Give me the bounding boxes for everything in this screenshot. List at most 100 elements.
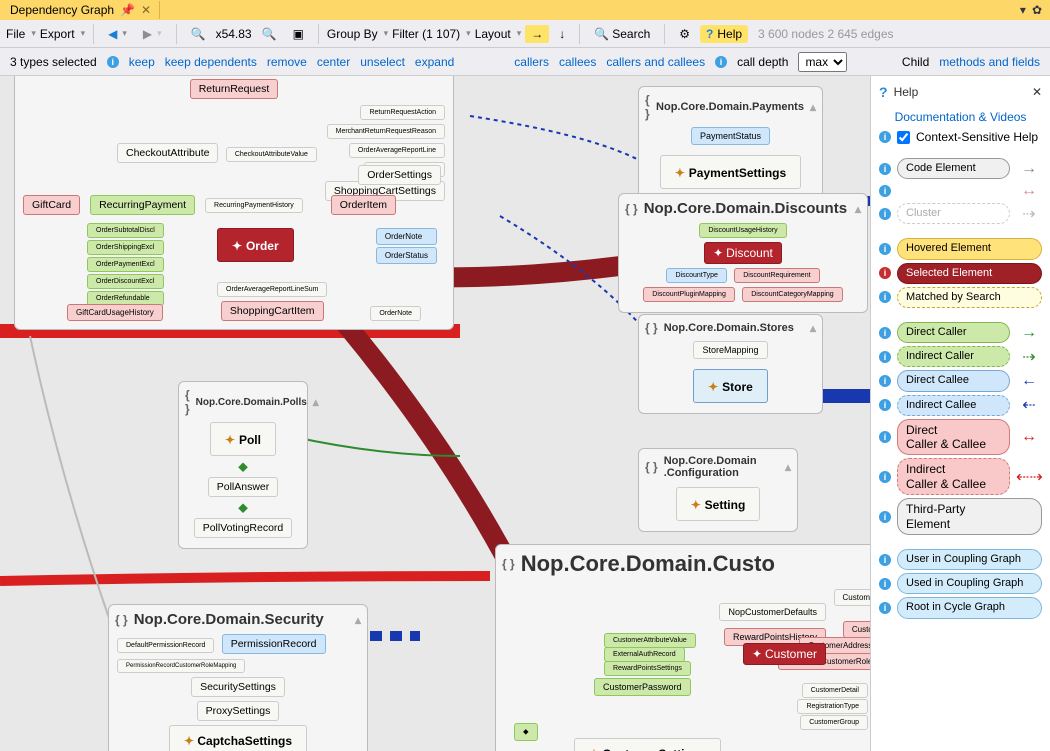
- close-icon[interactable]: ✕: [141, 3, 151, 17]
- collapse-icon[interactable]: ▴: [810, 321, 816, 335]
- back-button[interactable]: ◀▾: [102, 25, 133, 43]
- node[interactable]: NopCustomerDefaults: [719, 603, 826, 621]
- info-icon[interactable]: i: [879, 554, 891, 566]
- node-return-request[interactable]: ReturnRequest: [190, 79, 279, 99]
- node[interactable]: ProxySettings: [197, 701, 280, 721]
- info-icon[interactable]: i: [879, 291, 891, 303]
- keep-dependents-link[interactable]: keep dependents: [165, 55, 257, 69]
- info-icon[interactable]: i: [879, 578, 891, 590]
- info-icon[interactable]: i: [879, 511, 891, 523]
- node-orderitem[interactable]: OrderItem: [331, 195, 396, 215]
- cluster-security[interactable]: { }Nop.Core.Domain.Security▴ DefaultPerm…: [108, 604, 368, 751]
- pin-icon[interactable]: 📌: [120, 3, 135, 17]
- info-icon[interactable]: i: [879, 471, 891, 483]
- fit-button[interactable]: ▣: [287, 25, 310, 43]
- node-customer-settings[interactable]: ✦ CustomerSettings: [574, 738, 721, 751]
- node[interactable]: CheckoutAttributeValue: [226, 147, 317, 162]
- collapse-icon[interactable]: ▴: [810, 100, 816, 114]
- direction-tb-button[interactable]: ↓: [553, 25, 571, 43]
- node[interactable]: OrderAverageReportLineSum: [217, 282, 327, 297]
- cluster-discounts[interactable]: { }Nop.Core.Domain.Discounts▴ DiscountUs…: [618, 193, 868, 313]
- unselect-link[interactable]: unselect: [360, 55, 405, 69]
- node-payment-settings[interactable]: ✦ PaymentSettings: [660, 155, 801, 189]
- node[interactable]: OrderNote: [370, 306, 421, 321]
- node-poll[interactable]: ✦ Poll: [210, 422, 276, 456]
- node[interactable]: OrderAverageReportLine: [349, 143, 445, 158]
- node[interactable]: CustomerPassword: [594, 678, 691, 696]
- node[interactable]: DiscountRequirement: [734, 268, 819, 283]
- info-icon[interactable]: i: [879, 243, 891, 255]
- info-icon[interactable]: i: [879, 602, 891, 614]
- node[interactable]: MerchantReturnRequestReason: [327, 124, 445, 139]
- node[interactable]: StoreMapping: [693, 341, 767, 359]
- node[interactable]: CustomerAttribute: [834, 589, 870, 606]
- cluster-polls[interactable]: { }Nop.Core.Domain.Polls▴ ✦ Poll ⬥ PollA…: [178, 381, 308, 549]
- info-icon[interactable]: i: [715, 56, 727, 68]
- center-link[interactable]: center: [317, 55, 350, 69]
- node-store[interactable]: ✦ Store: [693, 369, 768, 403]
- info-icon[interactable]: i: [879, 185, 891, 197]
- info-icon[interactable]: i: [879, 163, 891, 175]
- chevron-down-icon[interactable]: ▾: [1020, 3, 1026, 17]
- layout-menu[interactable]: Layout▾: [475, 27, 522, 41]
- cluster-customers[interactable]: { }Nop.Core.Domain.Custo NopCustomerDefa…: [495, 544, 870, 751]
- node[interactable]: OrderStatus: [376, 247, 437, 264]
- node[interactable]: RecurringPaymentHistory: [205, 198, 303, 213]
- node[interactable]: PaymentStatus: [691, 127, 770, 145]
- cluster-orders[interactable]: ReturnRequest ReturnRequestAction Mercha…: [14, 76, 454, 330]
- node[interactable]: DiscountType: [666, 268, 726, 283]
- search-button[interactable]: 🔍 Search: [588, 25, 656, 43]
- node[interactable]: OrderSubtotalDiscl: [87, 223, 164, 238]
- collapse-icon[interactable]: ▴: [355, 613, 361, 627]
- info-icon[interactable]: i: [879, 399, 891, 411]
- keep-link[interactable]: keep: [129, 55, 155, 69]
- methods-fields-link[interactable]: methods and fields: [939, 55, 1040, 69]
- direction-lr-button[interactable]: →: [525, 25, 549, 43]
- cluster-payments[interactable]: { }Nop.Core.Domain.Payments▴ PaymentStat…: [638, 86, 823, 200]
- info-icon[interactable]: i: [107, 56, 119, 68]
- node[interactable]: CustomerGroup: [800, 715, 868, 730]
- callers-callees-link[interactable]: callers and callees: [606, 55, 705, 69]
- help-button[interactable]: ?Help: [700, 25, 748, 43]
- node[interactable]: DiscountPluginMapping: [643, 287, 735, 302]
- node[interactable]: RegistrationType: [797, 699, 868, 714]
- node-order-selected[interactable]: ✦ Order: [217, 228, 294, 262]
- node[interactable]: OrderNote: [376, 228, 437, 245]
- remove-link[interactable]: remove: [267, 55, 307, 69]
- node-setting[interactable]: ✦ Setting: [676, 487, 761, 521]
- close-icon[interactable]: ✕: [1032, 85, 1042, 99]
- node[interactable]: DefaultPermissionRecord: [117, 638, 214, 653]
- collapse-icon[interactable]: ▴: [313, 395, 319, 409]
- node[interactable]: OrderSettings: [358, 165, 441, 185]
- info-icon[interactable]: i: [879, 131, 891, 143]
- callees-link[interactable]: callees: [559, 55, 596, 69]
- node[interactable]: ⬥: [514, 723, 538, 741]
- node[interactable]: CustomerDetail: [802, 683, 868, 698]
- info-icon[interactable]: i: [879, 351, 891, 363]
- info-icon[interactable]: i: [879, 327, 891, 339]
- node[interactable]: OrderPaymentExcl: [87, 257, 164, 272]
- node[interactable]: CustomerAttributeValue: [604, 633, 696, 648]
- graph-canvas[interactable]: ReturnRequest ReturnRequestAction Mercha…: [0, 76, 870, 751]
- export-menu[interactable]: Export▾: [40, 27, 85, 41]
- ctx-help-checkbox[interactable]: [897, 131, 910, 144]
- groupby-menu[interactable]: Group By▾: [327, 27, 388, 41]
- node[interactable]: OrderDiscountExcl: [87, 274, 164, 289]
- node-customer-selected[interactable]: ✦ Customer: [743, 643, 826, 665]
- settings-button[interactable]: ⚙: [673, 25, 696, 43]
- callers-link[interactable]: callers: [514, 55, 549, 69]
- node[interactable]: SecuritySettings: [191, 677, 285, 697]
- node[interactable]: PollVotingRecord: [194, 518, 293, 538]
- info-icon[interactable]: i: [879, 208, 891, 220]
- node[interactable]: ShoppingCartItem: [221, 301, 324, 321]
- node-discount-selected[interactable]: ✦ Discount: [704, 242, 782, 264]
- node-captcha-settings[interactable]: ✦ CaptchaSettings: [169, 725, 307, 751]
- node[interactable]: OrderShippingExcl: [87, 240, 164, 255]
- node[interactable]: PollAnswer: [208, 477, 279, 497]
- collapse-icon[interactable]: ▴: [785, 460, 791, 474]
- node[interactable]: GiftCardUsageHistory: [67, 304, 163, 321]
- node-giftcard[interactable]: GiftCard: [23, 195, 80, 215]
- info-icon[interactable]: i: [879, 267, 891, 279]
- gear-icon[interactable]: ✿: [1032, 3, 1042, 17]
- node-recurring-payment[interactable]: RecurringPayment: [90, 195, 195, 215]
